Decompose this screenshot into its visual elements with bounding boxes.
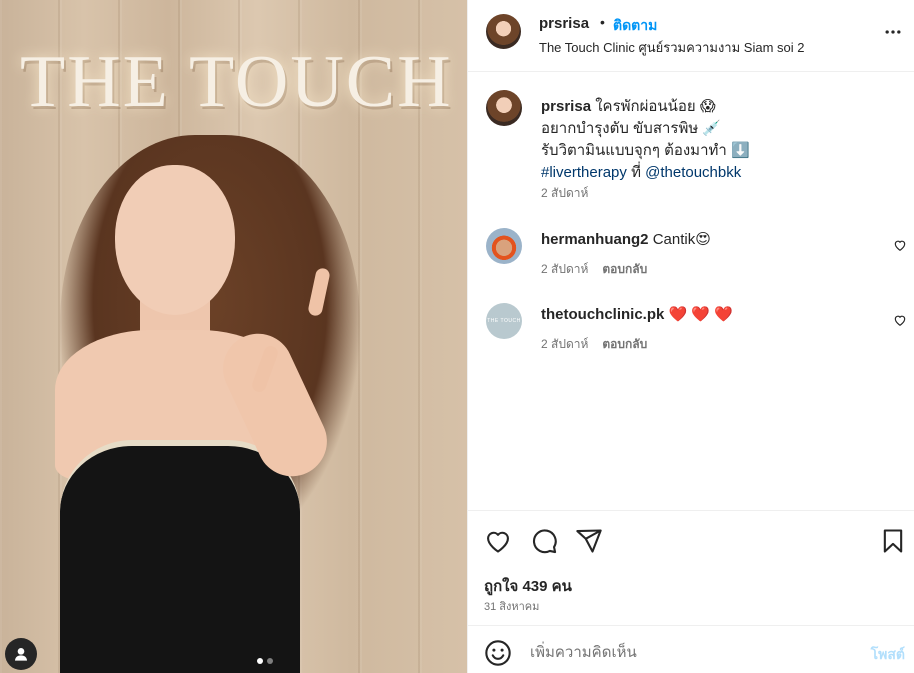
more-options-icon — [885, 30, 901, 34]
comment-avatar-logo-text: THE TOUCH — [487, 318, 521, 324]
share-icon[interactable] — [575, 527, 603, 555]
comment-username[interactable]: thetouchclinic.pk — [541, 306, 664, 323]
comment-meta: 2 สัปดาห์ ตอบกลับ — [541, 335, 647, 354]
post-date: 31 สิงหาคม — [484, 601, 540, 613]
caption-timestamp: 2 สัปดาห์ — [541, 186, 589, 200]
caption-username[interactable]: prsrisa — [541, 98, 591, 115]
hashtag-link[interactable]: #livertherapy — [541, 164, 627, 181]
user-tag-button[interactable] — [5, 638, 37, 670]
comment-avatar[interactable]: THE TOUCH — [486, 303, 522, 339]
caption-line-3: รับวิตามินแบบจุกๆ ต้องมาทำ ⬇️ — [541, 142, 750, 159]
header-username[interactable]: prsrisa — [539, 15, 589, 32]
header-separator: • — [600, 14, 605, 30]
carousel-dot — [267, 658, 273, 664]
caption-text: prsrisa ใครพักผ่อนน้อย 😱 อยากบำรุงตับ ขั… — [541, 96, 891, 184]
clinic-sign: THE TOUCH — [20, 41, 453, 123]
reply-button[interactable]: ตอบกลับ — [602, 262, 647, 276]
post-comment-button[interactable]: โพสต์ — [871, 644, 905, 666]
post-media[interactable]: THE TOUCH — [0, 0, 467, 673]
user-tag-icon — [15, 648, 27, 661]
add-comment-bar: โพสต์ — [468, 625, 914, 673]
location-link[interactable]: The Touch Clinic ศูนย์รวมความงาม Siam so… — [539, 37, 804, 58]
photo-face — [115, 165, 235, 315]
comment-item: THE TOUCH thetouchclinic.pk ❤️ ❤️ ❤️ 2 ส… — [468, 303, 914, 369]
caption-line-1: ใครพักผ่อนน้อย 😱 — [595, 98, 716, 115]
heart-icon[interactable] — [484, 527, 512, 555]
more-options-button[interactable] — [881, 20, 905, 44]
comment-input[interactable] — [530, 640, 830, 664]
reply-button[interactable]: ตอบกลับ — [602, 337, 647, 351]
comment-body: ❤️ ❤️ ❤️ — [668, 306, 733, 323]
comment-timestamp: 2 สัปดาห์ — [541, 337, 589, 351]
comment-avatar[interactable] — [486, 228, 522, 264]
post-details-panel: prsrisa • ติดตาม The Touch Clinic ศูนย์ร… — [467, 0, 914, 673]
bookmark-icon[interactable] — [879, 527, 907, 555]
caption-avatar[interactable] — [486, 90, 522, 126]
comment-timestamp: 2 สัปดาห์ — [541, 262, 589, 276]
comment-item: hermanhuang2 Cantik😍 2 สัปดาห์ ตอบกลับ — [468, 228, 914, 294]
avatar[interactable] — [486, 14, 521, 49]
comment-username[interactable]: hermanhuang2 — [541, 231, 649, 248]
comment-like-icon[interactable] — [893, 313, 907, 327]
comment-icon[interactable] — [530, 527, 558, 555]
emoji-icon[interactable] — [484, 639, 512, 667]
comment-body: Cantik😍 — [652, 231, 711, 248]
post-header: prsrisa • ติดตาม The Touch Clinic ศูนย์ร… — [468, 0, 914, 72]
comment-like-icon[interactable] — [893, 238, 907, 252]
comment-text: hermanhuang2 Cantik😍 — [541, 230, 711, 248]
caption-at-word: ที่ — [631, 164, 641, 181]
carousel-dot-active — [257, 658, 263, 664]
comment-meta: 2 สัปดาห์ ตอบกลับ — [541, 260, 647, 279]
post-actions: ถูกใจ 439 คน 31 สิงหาคม — [468, 510, 914, 630]
photo-dress — [60, 440, 300, 673]
carousel-indicator — [257, 658, 273, 664]
follow-button[interactable]: ติดตาม — [613, 15, 657, 37]
mention-link[interactable]: @thetouchbkk — [645, 164, 741, 181]
comment-text: thetouchclinic.pk ❤️ ❤️ ❤️ — [541, 305, 733, 323]
caption-line-2: อยากบำรุงตับ ขับสารพิษ 💉 — [541, 120, 722, 137]
likes-count[interactable]: ถูกใจ 439 คน — [484, 574, 572, 598]
